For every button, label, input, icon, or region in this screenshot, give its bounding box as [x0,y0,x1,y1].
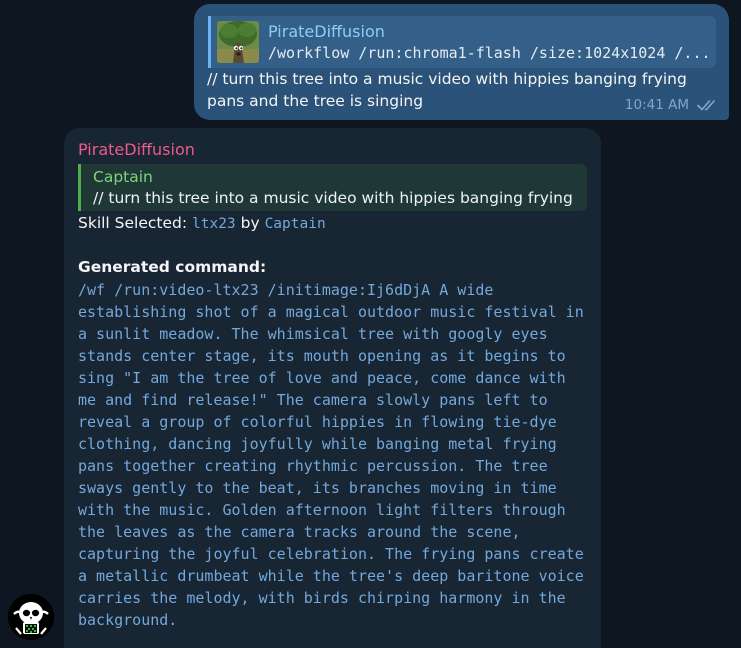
reply-sender-name: Captain [93,168,153,186]
chat-area: PirateDiffusion /workflow /run:chroma1-f… [0,0,741,648]
double-check-icon [697,100,715,111]
skill-by: by [240,214,260,232]
generated-command-text[interactable]: /wf /run:video-ltx23 /initimage:Ij6dDjA … [78,279,590,631]
tree-image-thumbnail[interactable] [217,21,259,63]
reply-preview-text: /workflow /run:chroma1-flash /size:1024x… [268,44,711,62]
sender-name[interactable]: PirateDiffusion [78,140,195,159]
reply-quote[interactable]: PirateDiffusion /workflow /run:chroma1-f… [208,16,716,68]
pirate-skull-avatar[interactable] [8,594,54,640]
outgoing-message[interactable]: PirateDiffusion /workflow /run:chroma1-f… [194,4,729,120]
skill-name[interactable]: ltx23 [192,216,236,232]
message-meta: 10:41 AM [625,97,719,113]
skill-selected-line: Skill Selected: ltx23 by Captain [78,214,326,232]
reply-preview-text: // turn this tree into a music video wit… [93,189,577,207]
reply-quote[interactable]: Captain // turn this tree into a music v… [78,164,587,211]
reply-sender-name: PirateDiffusion [268,22,385,41]
skill-label: Skill Selected: [78,214,188,232]
incoming-message[interactable]: PirateDiffusion Captain // turn this tre… [64,128,601,648]
skill-author[interactable]: Captain [265,216,326,232]
generated-command-label: Generated command: [78,258,267,276]
message-time: 10:41 AM [624,97,689,113]
